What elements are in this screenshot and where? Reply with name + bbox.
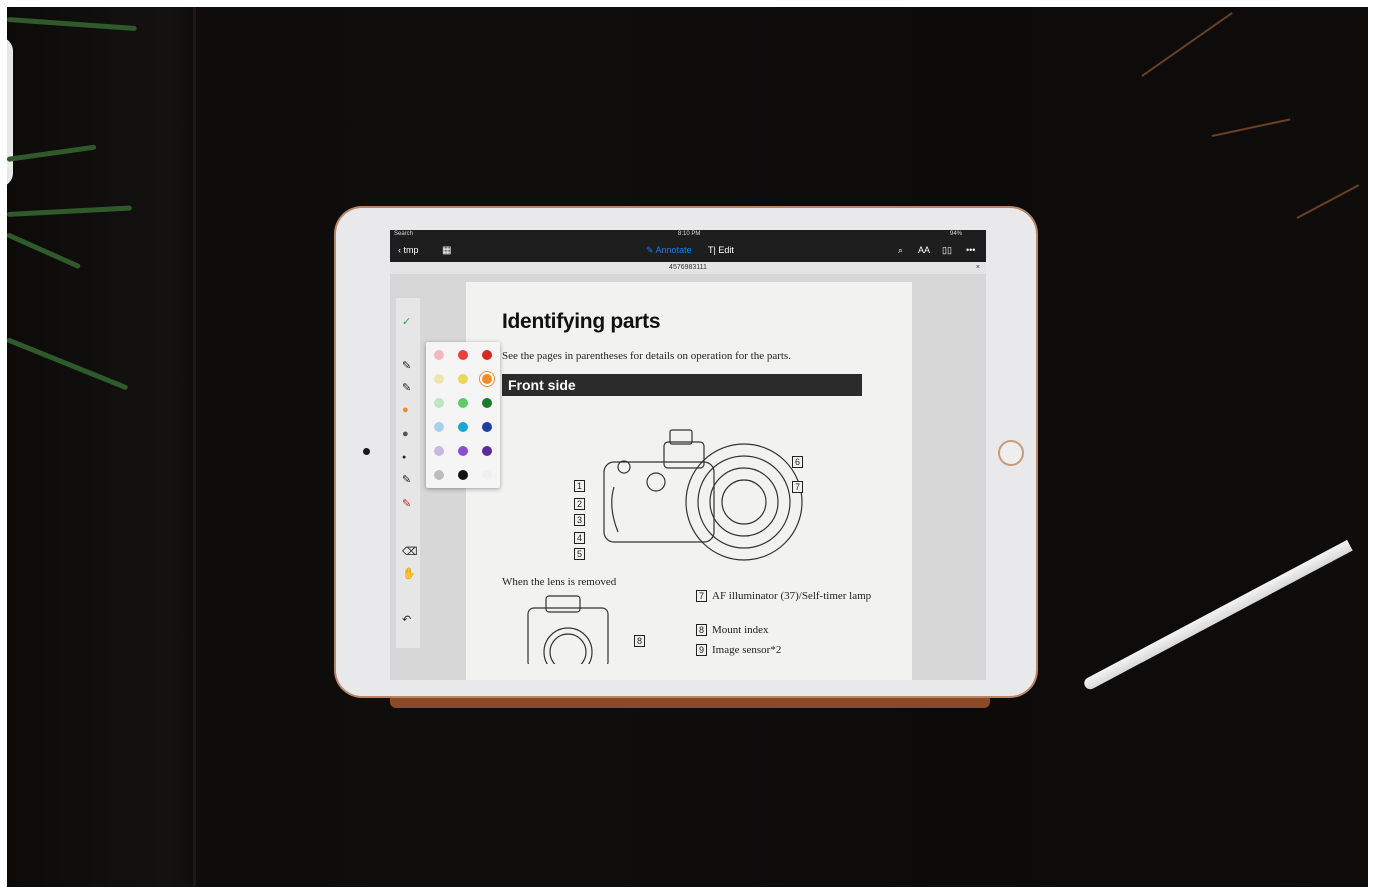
part-number: 9 <box>696 644 707 656</box>
part-text: AF illuminator (37)/Self-timer lamp <box>712 590 872 602</box>
checkmark-icon[interactable]: ✓ <box>402 316 411 328</box>
book-icon[interactable]: ▯▯ <box>942 245 952 256</box>
list-item: 8 Mount index <box>696 624 872 644</box>
text-size-icon[interactable]: AA <box>918 245 930 255</box>
section-title: Front side <box>508 377 576 393</box>
parts-list: 7 AF illuminator (37)/Self-timer lamp 8 Mo… <box>696 590 872 664</box>
lens-label-8: 8 <box>634 635 645 647</box>
lens-caption: When the lens is removed <box>502 576 617 588</box>
color-swatch[interactable] <box>434 470 444 480</box>
back-button[interactable]: ‹ tmp <box>398 245 419 255</box>
color-swatch[interactable] <box>458 446 468 456</box>
annotation-toolbar: ✓ ✎ ✎ ● ● ● ✎ ✎ ⌫ ✋ ↶ <box>396 298 420 648</box>
color-palette <box>426 342 500 488</box>
edit-label: Edit <box>718 245 734 255</box>
list-item: 7 AF illuminator (37)/Self-timer lamp <box>696 590 872 610</box>
pen-icon[interactable]: ✎ <box>402 360 411 372</box>
leaf <box>7 17 137 32</box>
file-name-bar: 4576983111 × <box>390 262 986 274</box>
color-swatch[interactable] <box>482 350 492 360</box>
small-dot-icon[interactable]: ● <box>402 452 406 464</box>
stroke-size-icon[interactable]: ● <box>402 428 409 440</box>
carrier-label: Search <box>394 231 414 237</box>
plant-pot <box>7 37 13 187</box>
clock: 8:10 PM <box>678 231 701 237</box>
leaf <box>7 232 82 270</box>
back-label: tmp <box>403 245 419 255</box>
camera-label-5: 5 <box>574 548 585 560</box>
color-swatch[interactable] <box>482 470 492 480</box>
color-swatch[interactable] <box>434 398 444 408</box>
document-page: Identifying parts See the pages in paren… <box>466 282 912 680</box>
color-swatch[interactable] <box>482 374 492 384</box>
color-swatch[interactable] <box>482 422 492 432</box>
twig <box>1211 118 1291 137</box>
list-item: 9 Image sensor*2 <box>696 644 872 664</box>
color-swatch[interactable] <box>458 374 468 384</box>
part-text: Mount index <box>712 624 769 636</box>
color-swatch[interactable] <box>458 398 468 408</box>
ipad-device: Search 8:10 PM 94% ‹ tmp ▦ ✎ Annotate T|… <box>336 208 1036 696</box>
camera-illustration <box>603 429 803 561</box>
color-swatch[interactable] <box>482 398 492 408</box>
nav-bar: ‹ tmp ▦ ✎ Annotate T| Edit ⌕ AA ▯▯ ••• <box>390 240 986 262</box>
camera-label-6: 6 <box>792 456 803 468</box>
grid-icon[interactable]: ▦ <box>442 245 451 256</box>
part-number: 7 <box>696 590 707 602</box>
camera-label-2: 2 <box>574 498 585 510</box>
annotate-button[interactable]: ✎ Annotate <box>646 245 692 256</box>
camera-label-4: 4 <box>574 532 585 544</box>
intro-text: See the pages in parentheses for details… <box>502 350 791 362</box>
front-camera <box>363 448 370 455</box>
part-number: 8 <box>696 624 707 636</box>
part-text: Image sensor*2 <box>712 644 782 656</box>
pencil-icon[interactable]: ✎ <box>402 382 411 394</box>
color-swatch[interactable] <box>458 350 468 360</box>
twig <box>1296 184 1360 219</box>
table-seam <box>193 7 196 887</box>
color-swatch[interactable] <box>458 470 468 480</box>
search-icon[interactable]: ⌕ <box>898 245 903 256</box>
mount-illustration <box>527 595 609 664</box>
color-swatch[interactable] <box>458 422 468 432</box>
status-bar: Search 8:10 PM 94% <box>390 230 986 240</box>
camera-label-3: 3 <box>574 514 585 526</box>
section-header: Front side <box>502 374 862 396</box>
battery-label: 94% <box>950 231 963 237</box>
color-swatch[interactable] <box>434 374 444 384</box>
close-icon[interactable]: × <box>976 262 980 274</box>
hand-icon[interactable]: ✋ <box>402 568 416 580</box>
page-title: Identifying parts <box>502 310 661 333</box>
camera-label-1: 1 <box>574 480 585 492</box>
color-swatch[interactable] <box>434 350 444 360</box>
leaf <box>7 144 97 162</box>
undo-icon[interactable]: ↶ <box>402 614 411 626</box>
leaf <box>7 205 132 217</box>
eraser-icon[interactable]: ⌫ <box>402 546 418 558</box>
highlighter-icon[interactable]: ✎ <box>402 474 411 486</box>
file-name: 4576983111 <box>669 264 707 271</box>
color-swatch[interactable] <box>482 446 492 456</box>
annotate-label: Annotate <box>655 245 692 255</box>
color-swatch[interactable] <box>434 422 444 432</box>
edit-button[interactable]: T| Edit <box>708 245 734 255</box>
home-button[interactable] <box>998 440 1024 466</box>
twig <box>1141 12 1233 77</box>
marker-icon[interactable]: ✎ <box>402 498 411 510</box>
leaf <box>7 337 129 391</box>
more-icon[interactable]: ••• <box>966 245 975 255</box>
color-dot-icon[interactable]: ● <box>402 404 409 416</box>
camera-label-7: 7 <box>792 481 803 493</box>
screen: Search 8:10 PM 94% ‹ tmp ▦ ✎ Annotate T|… <box>390 230 986 680</box>
color-swatch[interactable] <box>434 446 444 456</box>
